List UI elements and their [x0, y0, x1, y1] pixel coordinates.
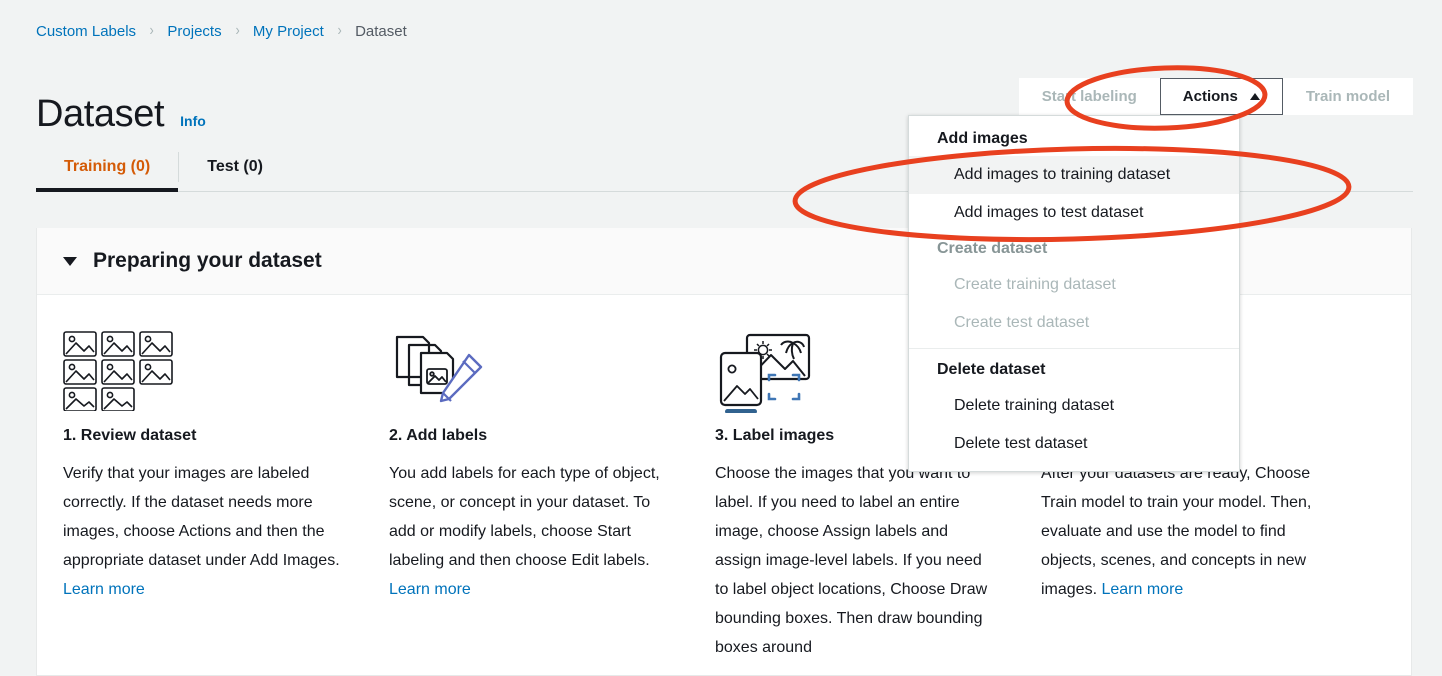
menu-item-create-training-dataset: Create training dataset: [909, 266, 1239, 304]
step-body-text: Verify that your images are labeled corr…: [63, 465, 340, 569]
tab-test[interactable]: Test (0): [179, 143, 291, 191]
menu-divider: [909, 348, 1239, 349]
chevron-right-icon: ›: [235, 22, 239, 40]
step-body-text: After your datasets are ready, Choose Tr…: [1041, 465, 1311, 598]
learn-more-link[interactable]: Learn more: [1101, 581, 1183, 598]
step-body: After your datasets are ready, Choose Tr…: [1041, 459, 1319, 604]
learn-more-link[interactable]: Learn more: [389, 581, 471, 598]
info-link[interactable]: Info: [180, 113, 206, 129]
step-body-text: You add labels for each type of object, …: [389, 465, 660, 569]
step-add-labels: 2. Add labels You add labels for each ty…: [389, 331, 715, 662]
panel-title: Preparing your dataset: [93, 249, 322, 273]
actions-dropdown-menu: Add images Add images to training datase…: [908, 115, 1240, 472]
menu-group-add-images: Add images: [909, 122, 1239, 156]
menu-group-create-dataset: Create dataset: [909, 232, 1239, 266]
menu-item-delete-training-dataset[interactable]: Delete training dataset: [909, 387, 1239, 425]
step-body: You add labels for each type of object, …: [389, 459, 667, 604]
breadcrumb-item-projects[interactable]: Projects: [167, 23, 221, 40]
actions-dropdown-button[interactable]: Actions: [1160, 78, 1283, 115]
step-body-text: Choose the images that you want to label…: [715, 465, 987, 656]
caret-up-icon: [1250, 93, 1260, 100]
menu-item-add-images-to-training-dataset[interactable]: Add images to training dataset: [909, 156, 1239, 194]
step-title: 1. Review dataset: [63, 427, 341, 445]
menu-group-delete-dataset: Delete dataset: [909, 353, 1239, 387]
caret-down-icon[interactable]: [63, 257, 77, 266]
page-actions-toolbar: Start labeling Actions Train model: [1019, 78, 1413, 115]
breadcrumb: Custom Labels › Projects › My Project › …: [36, 18, 407, 44]
breadcrumb-item-my-project[interactable]: My Project: [253, 23, 324, 40]
learn-more-link[interactable]: Learn more: [63, 581, 145, 598]
step-body: Choose the images that you want to label…: [715, 459, 993, 662]
actions-button-label: Actions: [1183, 88, 1238, 105]
breadcrumb-item-dataset: Dataset: [355, 23, 407, 40]
menu-item-create-test-dataset: Create test dataset: [909, 304, 1239, 342]
page-title: Dataset: [36, 95, 164, 133]
breadcrumb-item-custom-labels[interactable]: Custom Labels: [36, 23, 136, 40]
step-body: Verify that your images are labeled corr…: [63, 459, 341, 604]
step-title: 2. Add labels: [389, 427, 667, 445]
start-labeling-button[interactable]: Start labeling: [1019, 78, 1160, 115]
tab-training[interactable]: Training (0): [36, 143, 178, 191]
chevron-right-icon: ›: [337, 22, 341, 40]
menu-item-delete-test-dataset[interactable]: Delete test dataset: [909, 425, 1239, 463]
documents-pencil-icon: [389, 331, 667, 411]
image-grid-icon: [63, 331, 341, 411]
step-review-dataset: 1. Review dataset Verify that your image…: [63, 331, 389, 662]
chevron-right-icon: ›: [150, 22, 154, 40]
train-model-button[interactable]: Train model: [1283, 78, 1413, 115]
menu-item-add-images-to-test-dataset[interactable]: Add images to test dataset: [909, 194, 1239, 232]
